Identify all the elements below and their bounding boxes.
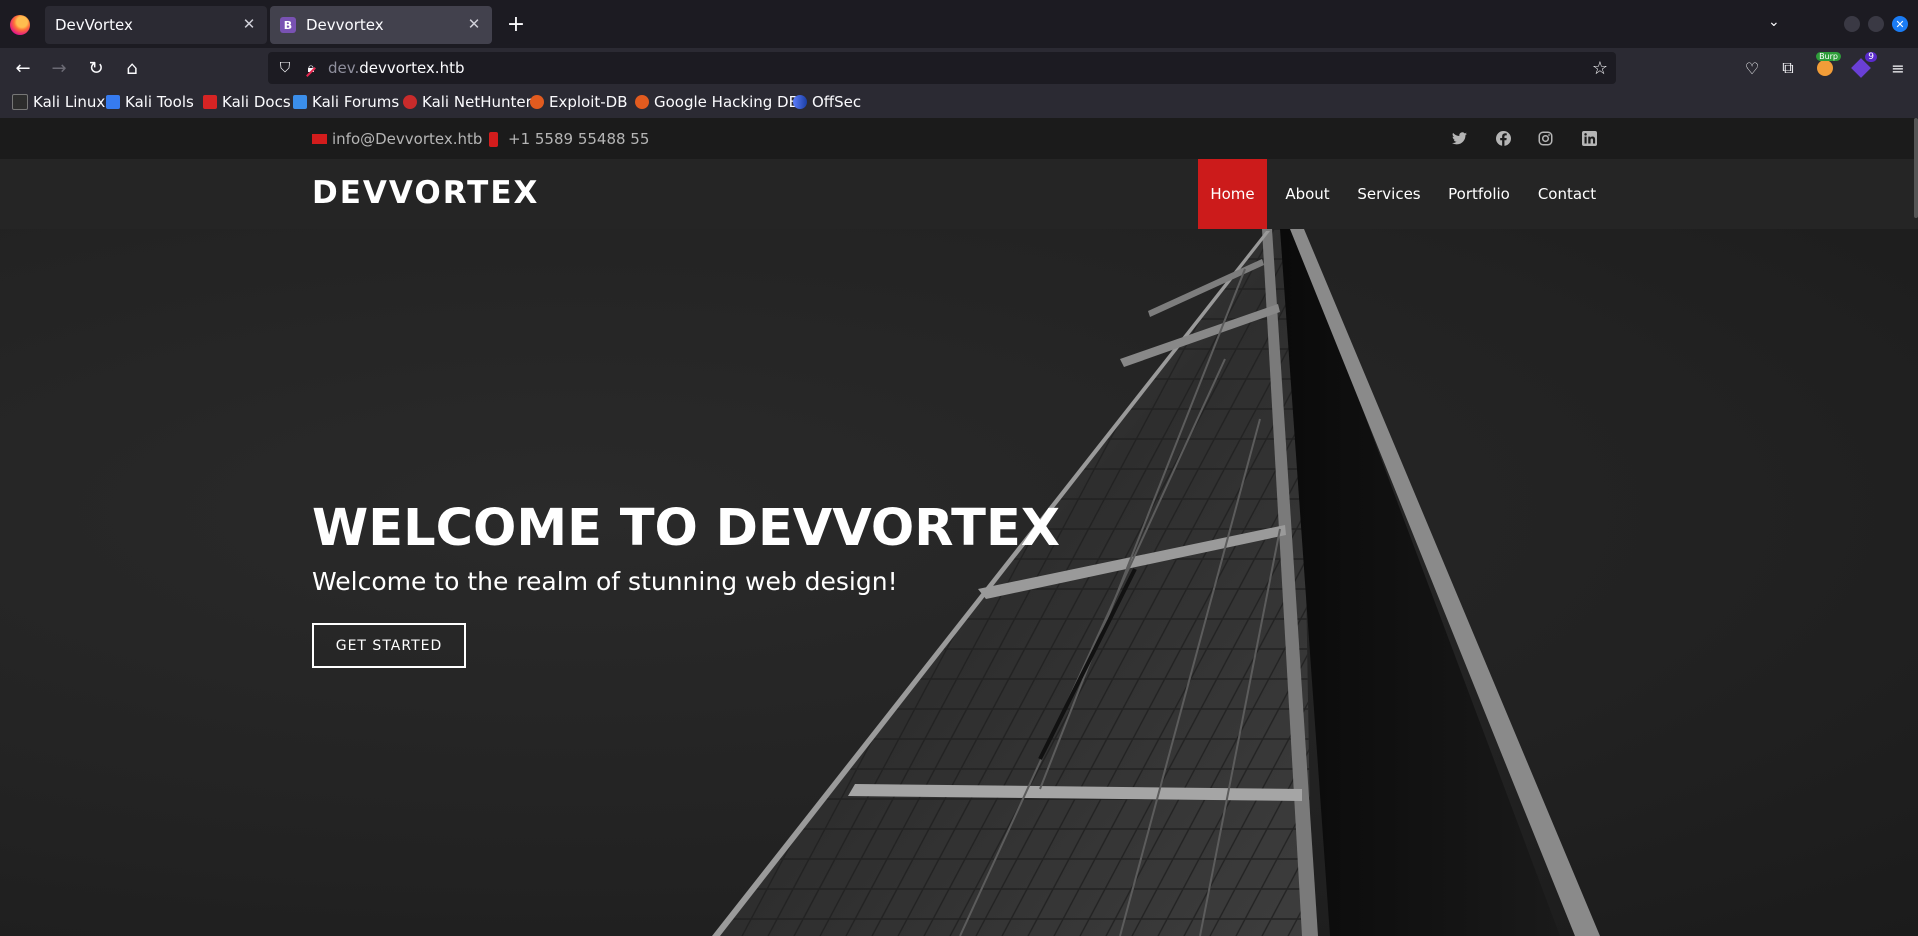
offsec-icon [793, 95, 807, 109]
bookmark-kali-nethunter[interactable]: Kali NetHunter [403, 93, 532, 111]
bookmark-kali-forums[interactable]: Kali Forums [293, 93, 399, 111]
tab-devvortex-active[interactable]: B Devvortex ✕ [270, 6, 492, 44]
close-tab-icon[interactable]: ✕ [239, 14, 259, 34]
tab-title: Devvortex [306, 16, 384, 34]
nethunter-icon [403, 95, 417, 109]
kali-dragon-icon [12, 94, 28, 110]
bookmarks-toolbar: Kali Linux Kali Tools Kali Docs Kali For… [0, 88, 1918, 118]
hero-section: WELCOME TO DEVVORTEX Welcome to the real… [0, 229, 1918, 936]
close-window-button[interactable]: ✕ [1892, 16, 1908, 32]
firefox-icon[interactable] [10, 15, 30, 35]
twitter-icon[interactable] [1450, 129, 1468, 147]
insecure-lock-icon[interactable]: 🔒︎ [302, 59, 320, 77]
hero-title: WELCOME TO DEVVORTEX [312, 499, 1061, 558]
reload-icon[interactable]: ↻ [84, 56, 108, 80]
pocket-icon[interactable]: ♡ [1740, 56, 1764, 80]
email-contact[interactable]: info@Devvortex.htb [312, 130, 482, 148]
bootstrap-favicon-icon: B [280, 17, 296, 33]
web-page: info@Devvortex.htb +1 5589 55488 55 DEVV… [0, 118, 1918, 936]
close-tab-icon[interactable]: ✕ [464, 14, 484, 34]
bookmark-star-icon[interactable]: ☆ [1592, 58, 1608, 79]
nav-services[interactable]: Services [1352, 159, 1426, 229]
foxyproxy-extension-icon[interactable]: 9 [1849, 52, 1877, 80]
new-tab-button[interactable]: + [504, 12, 528, 37]
nav-about[interactable]: About [1275, 159, 1340, 229]
site-header: DEVVORTEX Home About Services Portfolio … [0, 159, 1918, 229]
navigation-toolbar: ← → ↻ ⌂ ⛉ 🔒︎ dev.devvortex.htb ☆ ♡ ⧉ Bur… [0, 48, 1918, 88]
minimize-button[interactable] [1844, 16, 1860, 32]
tab-devvortex[interactable]: DevVortex ✕ [45, 6, 267, 44]
kali-forums-icon [293, 95, 307, 109]
instagram-icon[interactable] [1536, 129, 1554, 147]
facebook-icon[interactable] [1494, 129, 1512, 147]
bookmark-exploit-db[interactable]: Exploit-DB [530, 93, 628, 111]
nav-portfolio[interactable]: Portfolio [1440, 159, 1518, 229]
skyscraper-background-image [712, 229, 1600, 936]
back-arrow-icon[interactable]: ← [11, 56, 35, 80]
phone-contact: +1 5589 55488 55 [489, 130, 649, 148]
menu-hamburger-icon[interactable]: ≡ [1886, 56, 1910, 80]
phone-icon [489, 131, 498, 147]
ghdb-icon [635, 95, 649, 109]
list-all-tabs-chevron-icon[interactable]: ⌄ [1768, 14, 1780, 30]
page-scrollbar[interactable] [1914, 118, 1918, 218]
kali-tools-icon [106, 95, 120, 109]
nav-home[interactable]: Home [1198, 159, 1267, 229]
home-icon[interactable]: ⌂ [120, 56, 144, 80]
forward-arrow-icon[interactable]: → [47, 56, 71, 80]
get-started-button[interactable]: GET STARTED [312, 623, 466, 668]
url-bar[interactable]: ⛉ 🔒︎ dev.devvortex.htb ☆ [268, 52, 1616, 84]
browser-tab-bar: DevVortex ✕ B Devvortex ✕ + ⌄ ✕ [0, 0, 1918, 48]
exploit-db-icon [530, 95, 544, 109]
extensions-icon[interactable]: ⧉ [1776, 56, 1800, 80]
tracking-protection-shield-icon[interactable]: ⛉ [276, 59, 294, 77]
bookmark-kali-docs[interactable]: Kali Docs [203, 93, 291, 111]
tab-title: DevVortex [55, 16, 133, 34]
bookmark-google-hacking-db[interactable]: Google Hacking DB [635, 93, 799, 111]
hero-subtitle: Welcome to the realm of stunning web des… [312, 567, 898, 596]
bookmark-offsec[interactable]: OffSec [793, 93, 861, 111]
nav-contact[interactable]: Contact [1530, 159, 1604, 229]
site-logo[interactable]: DEVVORTEX [312, 175, 539, 211]
kali-docs-icon [203, 95, 217, 109]
bookmark-kali-linux[interactable]: Kali Linux [12, 93, 105, 111]
burp-extension-icon[interactable]: Burp [1813, 52, 1841, 80]
linkedin-icon[interactable] [1580, 129, 1598, 147]
bookmark-kali-tools[interactable]: Kali Tools [106, 93, 194, 111]
maximize-button[interactable] [1868, 16, 1884, 32]
site-top-bar: info@Devvortex.htb +1 5589 55488 55 [0, 118, 1918, 159]
envelope-icon [312, 134, 327, 144]
url-text[interactable]: dev.devvortex.htb [328, 59, 464, 77]
